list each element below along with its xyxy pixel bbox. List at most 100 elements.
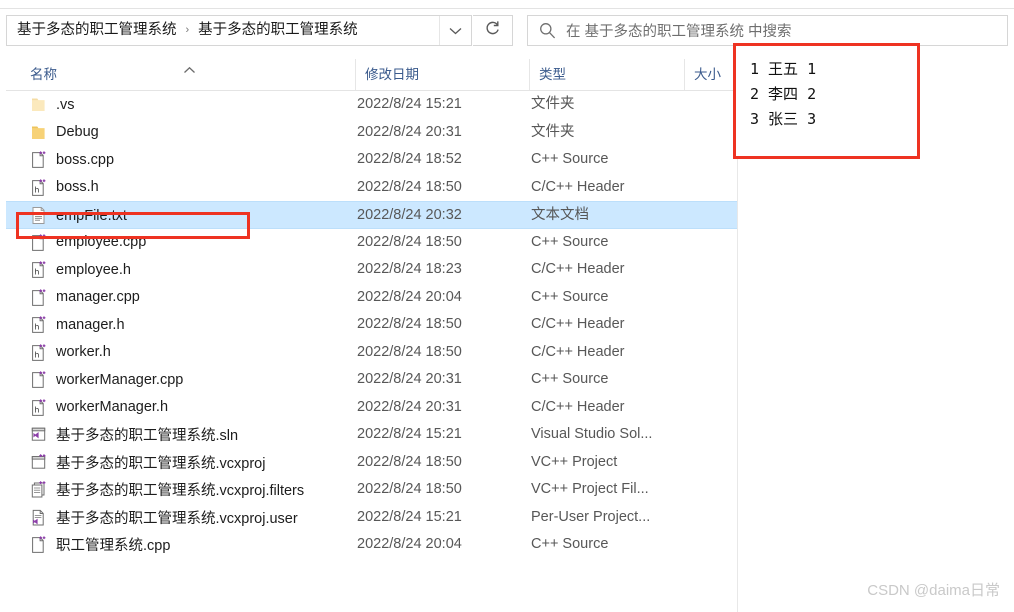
column-header-size[interactable]: 大小 xyxy=(684,59,737,90)
search-icon xyxy=(528,16,566,45)
breadcrumb-separator: › xyxy=(185,24,190,36)
file-row[interactable]: .vs 2022/8/24 15:21 文件夹 xyxy=(6,91,737,119)
file-name-label: 基于多态的职工管理系统.vcxproj.user xyxy=(56,510,298,527)
file-type-cell: VC++ Project Fil... xyxy=(531,481,649,497)
file-name-label: Debug xyxy=(56,124,99,141)
file-name-label: 基于多态的职工管理系统.vcxproj xyxy=(56,455,266,472)
breadcrumb-item-1[interactable]: 基于多态的职工管理系统 xyxy=(15,16,179,45)
file-row[interactable]: 基于多态的职工管理系统.vcxproj 2022/8/24 18:50 VC++ P… xyxy=(6,449,737,477)
file-name-label: workerManager.h xyxy=(56,399,169,416)
file-rows-container: .vs 2022/8/24 15:21 文件夹 Debug 2022/8/24 20:3… xyxy=(6,91,737,559)
file-type-cell: C++ Source xyxy=(531,233,609,250)
file-name-label: worker.h xyxy=(56,344,111,361)
file-row[interactable]: 基于多态的职工管理系统.vcxproj.filters 2022/8/24 18:… xyxy=(6,476,737,504)
file-size-cell xyxy=(742,394,782,422)
file-date-cell: 2022/8/24 18:50 xyxy=(357,343,462,360)
cpp-source-icon xyxy=(32,151,46,169)
file-row[interactable]: 基于多态的职工管理系统.sln 2022/8/24 15:21 Visual Stu… xyxy=(6,421,737,449)
file-name-cell[interactable]: workerManager.cpp xyxy=(6,366,355,394)
file-name-cell[interactable]: h boss.h xyxy=(6,174,355,202)
chevron-down-icon[interactable] xyxy=(439,16,470,45)
ribbon-strip xyxy=(0,0,1014,9)
file-size-cell xyxy=(742,119,782,147)
file-name-cell[interactable]: h worker.h xyxy=(6,339,355,367)
file-size-cell xyxy=(742,174,782,202)
refresh-button[interactable] xyxy=(473,15,513,46)
file-size-cell xyxy=(742,256,782,284)
file-name-cell[interactable]: 基于多态的职工管理系统.vcxproj.user xyxy=(6,504,355,532)
file-name-label: employee.h xyxy=(56,261,131,278)
file-type-cell: C++ Source xyxy=(531,536,609,552)
file-row[interactable]: boss.cpp 2022/8/24 18:52 C++ Source xyxy=(6,146,737,174)
file-row[interactable]: workerManager.cpp 2022/8/24 20:31 C++ Sour… xyxy=(6,366,737,394)
file-name-label: empFile.txt xyxy=(56,207,127,224)
file-row[interactable]: h workerManager.h 2022/8/24 20:31 C/C++ Hea… xyxy=(6,394,737,422)
file-row[interactable]: h worker.h 2022/8/24 18:50 C/C++ Header xyxy=(6,339,737,367)
file-row[interactable]: employee.cpp 2022/8/24 18:50 C++ Source xyxy=(6,229,737,257)
file-name-cell[interactable]: 基于多态的职工管理系统.vcxproj xyxy=(6,449,355,477)
column-header-row: 名称 修改日期 类型 大小 xyxy=(6,59,737,91)
cpp-source-icon xyxy=(32,536,46,554)
vcxproj-user-icon xyxy=(32,509,44,526)
text-file-icon xyxy=(32,207,45,225)
file-name-cell[interactable]: .vs xyxy=(6,91,355,119)
file-name-cell[interactable]: h manager.h xyxy=(6,311,355,339)
file-name-label: manager.h xyxy=(56,316,125,333)
file-size-cell xyxy=(742,476,782,504)
file-name-cell[interactable]: h workerManager.h xyxy=(6,394,355,422)
file-name-label: manager.cpp xyxy=(56,289,140,306)
search-box[interactable]: 在 基于多态的职工管理系统 中搜索 xyxy=(527,15,1008,46)
file-date-cell: 2022/8/24 18:50 xyxy=(357,178,462,195)
file-name-cell[interactable]: Debug xyxy=(6,119,355,147)
file-name-cell[interactable]: manager.cpp xyxy=(6,284,355,312)
file-row[interactable]: 基于多态的职工管理系统.vcxproj.user 2022/8/24 15:21 P… xyxy=(6,504,737,532)
visual-studio-solution-icon xyxy=(31,427,46,441)
file-name-label: .vs xyxy=(56,96,75,113)
file-row[interactable]: manager.cpp 2022/8/24 20:04 C++ Source xyxy=(6,284,737,312)
file-row[interactable]: 职工管理系统.cpp 2022/8/24 20:04 C++ Source xyxy=(6,531,737,559)
file-row[interactable]: h employee.h 2022/8/24 18:23 C/C++ Header xyxy=(6,256,737,284)
address-bar[interactable]: 基于多态的职工管理系统 › 基于多态的职工管理系统 xyxy=(6,15,472,46)
vcxproj-icon xyxy=(31,454,46,469)
file-row[interactable]: empFile.txt 2022/8/24 20:32 文本文档 xyxy=(6,201,737,229)
file-date-cell: 2022/8/24 18:23 xyxy=(357,261,462,277)
navigation-bar: 基于多态的职工管理系统 › 基于多态的职工管理系统 在 基于多态的职工管理系统 … xyxy=(0,9,1014,51)
file-date-cell: 2022/8/24 18:50 xyxy=(357,233,462,250)
file-size-cell xyxy=(742,339,782,367)
file-name-cell[interactable]: boss.cpp xyxy=(6,146,355,174)
file-row[interactable]: h boss.h 2022/8/24 18:50 C/C++ Header xyxy=(6,174,737,202)
file-name-cell[interactable]: 职工管理系统.cpp xyxy=(6,531,355,559)
file-name-cell[interactable]: employee.cpp xyxy=(6,229,355,257)
file-type-cell: C/C++ Header xyxy=(531,398,625,415)
file-row[interactable]: Debug 2022/8/24 20:31 文件夹 xyxy=(6,119,737,147)
cpp-source-icon xyxy=(32,234,46,251)
file-size-cell xyxy=(742,146,782,174)
file-type-cell: C/C++ Header xyxy=(531,261,625,277)
cpp-header-icon: h xyxy=(32,399,46,416)
column-header-date-modified[interactable]: 修改日期 xyxy=(355,59,529,90)
cpp-source-icon xyxy=(32,289,46,306)
file-size-cell xyxy=(742,229,782,257)
svg-text:h: h xyxy=(34,185,39,194)
file-type-cell: C/C++ Header xyxy=(531,343,625,360)
cpp-header-icon: h xyxy=(32,179,46,196)
file-type-cell: C++ Source xyxy=(531,288,609,305)
file-name-cell[interactable]: empFile.txt xyxy=(6,202,355,230)
file-name-label: boss.h xyxy=(56,179,99,196)
column-header-type[interactable]: 类型 xyxy=(529,59,684,90)
file-name-cell[interactable]: 基于多态的职工管理系统.sln xyxy=(6,421,355,449)
file-name-cell[interactable]: h employee.h xyxy=(6,256,355,284)
file-date-cell: 2022/8/24 20:31 xyxy=(357,123,462,140)
file-name-label: 基于多态的职工管理系统.vcxproj.filters xyxy=(56,483,305,500)
file-size-cell xyxy=(742,366,782,394)
search-input-placeholder[interactable]: 在 基于多态的职工管理系统 中搜索 xyxy=(566,20,792,41)
file-row[interactable]: h manager.h 2022/8/24 18:50 C/C++ Header xyxy=(6,311,737,339)
file-name-label: employee.cpp xyxy=(56,234,147,251)
file-date-cell: 2022/8/24 18:50 xyxy=(357,453,462,470)
column-header-name[interactable]: 名称 xyxy=(6,59,355,90)
file-date-cell: 2022/8/24 20:04 xyxy=(357,536,462,552)
folder-icon xyxy=(32,126,45,139)
file-date-cell: 2022/8/24 18:50 xyxy=(357,481,462,497)
file-name-cell[interactable]: 基于多态的职工管理系统.vcxproj.filters xyxy=(6,476,355,504)
breadcrumb-item-2[interactable]: 基于多态的职工管理系统 xyxy=(196,16,360,45)
